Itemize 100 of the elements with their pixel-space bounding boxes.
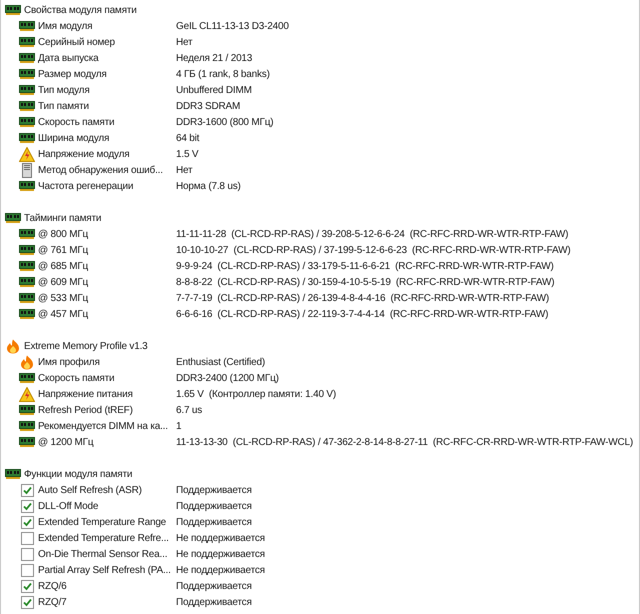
memory-module-icon — [19, 69, 35, 79]
property-label: Метод обнаружения ошиб... — [38, 164, 163, 178]
property-label: Extended Temperature Refre... — [38, 532, 169, 546]
property-label: Refresh Period (tREF) — [38, 404, 133, 418]
checkbox[interactable] — [20, 580, 34, 592]
memory-module-icon — [19, 117, 35, 127]
memory-module-icon — [19, 373, 35, 383]
property-value: GeIL CL11-13-13 D3-2400 — [176, 20, 289, 34]
property-value: Поддерживается — [176, 500, 252, 514]
property-value: 4 ГБ (1 rank, 8 banks) — [176, 68, 270, 82]
property-label: @ 761 МГц — [38, 244, 88, 258]
property-label: Тип модуля — [38, 84, 90, 98]
property-label: @ 609 МГц — [38, 276, 88, 290]
property-label: Серийный номер — [38, 36, 115, 50]
memory-module-icon — [19, 309, 35, 319]
property-value: 1.65 V (Контроллер памяти: 1.40 V) — [176, 388, 336, 402]
checkbox[interactable] — [20, 596, 34, 608]
property-label: Имя профиля — [38, 356, 100, 370]
property-label: Скорость памяти — [38, 372, 114, 386]
memory-module-icon — [19, 245, 35, 255]
property-label: Partial Array Self Refresh (PA... — [38, 564, 171, 578]
checkbox[interactable] — [20, 548, 34, 560]
property-value: 6-6-6-16 (CL-RCD-RP-RAS) / 22-119-3-7-4-4-14 (RC-RFC-RRD-WR-WTR-RTP-FAW) — [176, 308, 548, 322]
property-label: Дата выпуска — [38, 52, 98, 66]
property-value: 8-8-8-22 (CL-RCD-RP-RAS) / 30-159-4-10-5-5-19 (RC-RFC-RRD-WR-WTR-RTP-FAW) — [176, 276, 554, 290]
memory-module-icon — [19, 21, 35, 31]
memory-module-icon — [19, 437, 35, 447]
property-value: 1 — [176, 420, 182, 434]
memory-module-icon — [19, 101, 35, 111]
property-value: Unbuffered DIMM — [176, 84, 252, 98]
property-label: RZQ/7 — [38, 596, 66, 610]
property-label: @ 685 МГц — [38, 260, 88, 274]
checkbox[interactable] — [20, 484, 34, 496]
memory-module-icon — [19, 405, 35, 415]
property-label: On-Die Thermal Sensor Rea... — [38, 548, 168, 562]
property-value: Не поддерживается — [176, 548, 265, 562]
property-label: Рекомендуется DIMM на ка... — [38, 420, 168, 434]
property-value: 11-13-13-30 (CL-RCD-RP-RAS) / 47-362-2-8-14-8-8-27-11 (RC-RFC-CR-RRD-WR-WTR-RTP-FAW-WCL) — [176, 436, 634, 450]
property-value: Норма (7.8 us) — [176, 180, 241, 194]
property-value: Не поддерживается — [176, 532, 265, 546]
property-value: Неделя 21 / 2013 — [176, 52, 252, 66]
property-value: 6.7 us — [176, 404, 202, 418]
property-label: Размер модуля — [38, 68, 107, 82]
property-label: Напряжение питания — [38, 388, 133, 402]
memory-module-icon — [19, 293, 35, 303]
property-value: Поддерживается — [176, 580, 252, 594]
property-label: @ 1200 МГц — [38, 436, 94, 450]
property-value: 11-11-11-28 (CL-RCD-RP-RAS) / 39-208-5-12-6-6-24 (RC-RFC-RRD-WR-WTR-RTP-FAW) — [176, 228, 568, 242]
property-value: DDR3 SDRAM — [176, 100, 240, 114]
property-value: 7-7-7-19 (CL-RCD-RP-RAS) / 26-139-4-8-4-4-16 (RC-RFC-RRD-WR-WTR-RTP-FAW) — [176, 292, 549, 306]
property-label: Скорость памяти — [38, 116, 114, 130]
warning-icon — [19, 386, 35, 402]
property-label: Auto Self Refresh (ASR) — [38, 484, 142, 498]
property-label: @ 533 МГц — [38, 292, 88, 306]
checkbox[interactable] — [20, 532, 34, 544]
memory-module-icon — [19, 421, 35, 431]
property-label: DLL-Off Mode — [38, 500, 98, 514]
computer-tower-icon — [22, 162, 32, 178]
property-value: Не поддерживается — [176, 564, 265, 578]
memory-module-icon — [5, 5, 21, 15]
memory-module-icon — [5, 213, 21, 223]
flame-icon — [6, 338, 20, 354]
property-value: DDR3-1600 (800 МГц) — [176, 116, 274, 130]
property-value: 10-10-10-27 (CL-RCD-RP-RAS) / 37-199-5-12-6-6-23 (RC-RFC-RRD-WR-WTR-RTP-FAW) — [176, 244, 570, 258]
property-label: Ширина модуля — [38, 132, 110, 146]
property-label: RZQ/6 — [38, 580, 66, 594]
memory-module-icon — [19, 37, 35, 47]
checkbox[interactable] — [20, 516, 34, 528]
memory-module-icon — [19, 85, 35, 95]
property-value: Поддерживается — [176, 484, 252, 498]
property-value: Поддерживается — [176, 596, 252, 610]
memory-module-icon — [19, 261, 35, 271]
section-title: Extreme Memory Profile v1.3 — [24, 340, 148, 354]
memory-module-icon — [19, 229, 35, 239]
property-label: @ 457 МГц — [38, 308, 88, 322]
checkbox[interactable] — [20, 500, 34, 512]
property-value: Enthusiast (Certified) — [176, 356, 265, 370]
memory-module-icon — [19, 53, 35, 63]
property-label: Напряжение модуля — [38, 148, 130, 162]
property-value: Поддерживается — [176, 516, 252, 530]
warning-icon — [19, 146, 35, 162]
property-value: 64 bit — [176, 132, 200, 146]
property-label: Тип памяти — [38, 100, 89, 114]
property-value: Нет — [176, 164, 192, 178]
property-label: @ 800 МГц — [38, 228, 88, 242]
memory-module-icon — [19, 133, 35, 143]
property-value: DDR3-2400 (1200 МГц) — [176, 372, 279, 386]
memory-module-icon — [19, 181, 35, 191]
flame-icon — [20, 354, 34, 370]
section-title: Функции модуля памяти — [24, 468, 132, 482]
property-label: Частота регенерации — [38, 180, 134, 194]
section-title: Свойства модуля памяти — [24, 4, 137, 18]
property-value: Нет — [176, 36, 192, 50]
section-title: Тайминги памяти — [24, 212, 102, 226]
property-value: 9-9-9-24 (CL-RCD-RP-RAS) / 33-179-5-11-6-6-21 (RC-RFC-RRD-WR-WTR-RTP-FAW) — [176, 260, 554, 274]
checkbox[interactable] — [20, 564, 34, 576]
property-label: Имя модуля — [38, 20, 92, 34]
memory-module-icon — [19, 277, 35, 287]
property-value: 1.5 V — [176, 148, 198, 162]
memory-module-icon — [5, 469, 21, 479]
